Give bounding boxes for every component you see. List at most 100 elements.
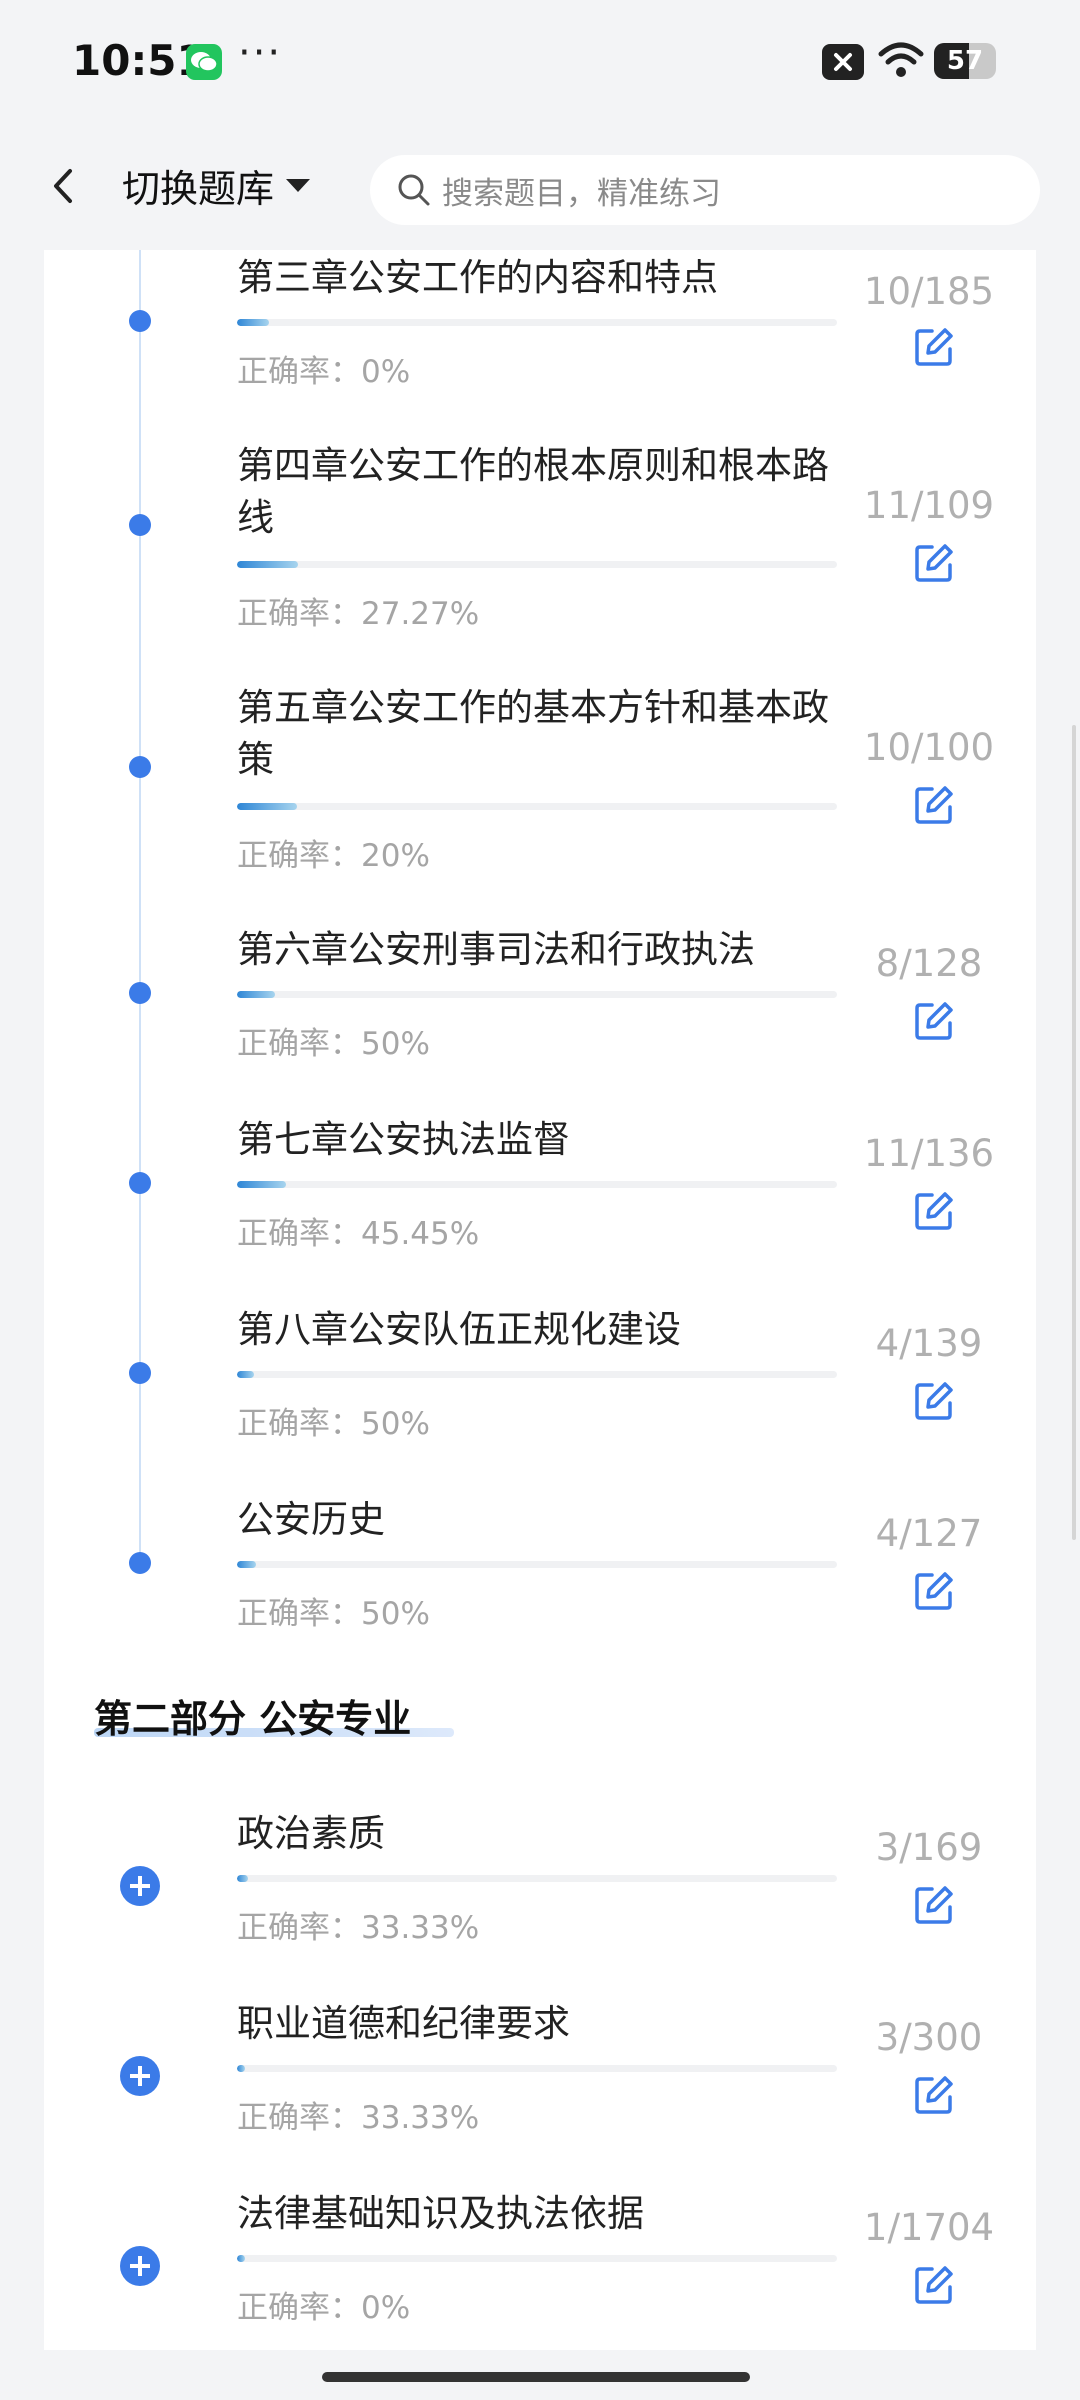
chapter-title: 第六章公安刑事司法和行政执法 [237, 928, 755, 971]
question-count: 10/100 [863, 726, 995, 769]
accuracy-text: 正确率：45.45% [237, 1216, 480, 1252]
timeline-dot [129, 982, 151, 1004]
edit-icon [915, 1192, 953, 1230]
edit-icon [915, 328, 953, 366]
progress-track [237, 1371, 837, 1378]
search-placeholder: 搜索题目，精准练习 [442, 175, 721, 212]
chapter-title: 第五章公安工作的基本方针和基本政策 [237, 686, 829, 781]
topic-title: 法律基础知识及执法依据 [237, 2192, 644, 2235]
timeline-dot [129, 310, 151, 332]
accuracy-text: 正确率：50% [237, 1026, 430, 1062]
wifi-icon [878, 40, 924, 84]
accuracy-text: 正确率：50% [237, 1596, 430, 1632]
accuracy-text: 正确率：0% [237, 2290, 411, 2326]
progress-track [237, 319, 837, 326]
wechat-icon [186, 44, 222, 80]
question-count: 3/300 [875, 2016, 983, 2059]
scrollbar[interactable] [1072, 725, 1076, 1540]
edit-icon [915, 1382, 953, 1420]
practice-edit-button[interactable] [912, 1379, 956, 1423]
edit-icon [915, 2266, 953, 2304]
chapter-list: 第三章公安工作的内容和特点 正确率：0% 10/185 第四章公安工作的根本原则… [44, 250, 1036, 2350]
practice-edit-button[interactable] [912, 999, 956, 1043]
battery-icon: 57 [934, 43, 996, 79]
practice-edit-button[interactable] [912, 2073, 956, 2117]
chapter-title: 公安历史 [237, 1498, 385, 1541]
edit-icon [915, 1002, 953, 1040]
edit-icon [915, 1572, 953, 1610]
question-count: 10/185 [863, 270, 995, 313]
chapter-title: 第四章公安工作的根本原则和根本路线 [237, 444, 829, 539]
search-icon [398, 174, 430, 206]
practice-edit-button[interactable] [912, 325, 956, 369]
question-count: 11/136 [863, 1132, 995, 1175]
practice-edit-button[interactable] [912, 2263, 956, 2307]
practice-edit-button[interactable] [912, 541, 956, 585]
timeline-dot [129, 514, 151, 536]
no-sim-icon [822, 44, 864, 80]
edit-icon [915, 544, 953, 582]
status-bar: 10:51 ··· 57 [0, 0, 1080, 125]
section-title: 第二部分 公安专业 [94, 1697, 412, 1741]
progress-track [237, 803, 837, 810]
practice-edit-button[interactable] [912, 1189, 956, 1233]
edit-icon [915, 1886, 953, 1924]
back-button[interactable] [40, 161, 90, 211]
question-count: 3/169 [875, 1826, 983, 1869]
timeline-dot [129, 1362, 151, 1384]
expand-plus-icon[interactable] [120, 1866, 160, 1906]
accuracy-text: 正确率：27.27% [237, 596, 480, 632]
question-count: 8/128 [875, 942, 983, 985]
accuracy-text: 正确率：20% [237, 838, 430, 874]
practice-edit-button[interactable] [912, 1569, 956, 1613]
topic-title: 政治素质 [237, 1812, 385, 1855]
home-indicator[interactable] [322, 2372, 750, 2382]
practice-edit-button[interactable] [912, 1883, 956, 1927]
progress-fill [237, 1181, 286, 1188]
expand-plus-icon[interactable] [120, 2246, 160, 2286]
progress-track [237, 2255, 837, 2262]
accuracy-text: 正确率：33.33% [237, 1910, 480, 1946]
question-count: 4/127 [875, 1512, 983, 1555]
accuracy-text: 正确率：0% [237, 354, 411, 390]
accuracy-text: 正确率：33.33% [237, 2100, 480, 2136]
chevron-left-icon [54, 169, 72, 203]
chapter-title: 第八章公安队伍正规化建设 [237, 1308, 681, 1351]
practice-edit-button[interactable] [912, 783, 956, 827]
progress-track [237, 991, 837, 998]
timeline-dot [129, 1172, 151, 1194]
chapter-title: 第三章公安工作的内容和特点 [237, 256, 718, 299]
app-header: 切换题库 搜索题目，精准练习 [0, 125, 1080, 250]
question-count: 11/109 [863, 484, 995, 527]
progress-fill [237, 1561, 256, 1568]
timeline-dot [129, 1552, 151, 1574]
progress-fill [237, 2065, 245, 2072]
progress-fill [237, 991, 275, 998]
progress-fill [237, 319, 269, 326]
edit-icon [915, 2076, 953, 2114]
edit-icon [915, 786, 953, 824]
progress-track [237, 561, 837, 568]
progress-track [237, 2065, 837, 2072]
accuracy-text: 正确率：50% [237, 1406, 430, 1442]
progress-fill [237, 1875, 248, 1882]
progress-fill [237, 803, 297, 810]
progress-track [237, 1561, 837, 1568]
progress-fill [237, 561, 298, 568]
timeline-dot [129, 756, 151, 778]
expand-plus-icon[interactable] [120, 2056, 160, 2096]
progress-fill [237, 2255, 245, 2262]
question-count: 4/139 [875, 1322, 983, 1365]
chapter-title: 第七章公安执法监督 [237, 1118, 570, 1161]
topic-title: 职业道德和纪律要求 [237, 2002, 570, 2045]
search-input[interactable]: 搜索题目，精准练习 [370, 155, 1040, 225]
question-count: 1/1704 [863, 2206, 995, 2249]
progress-track [237, 1181, 837, 1188]
battery-percent: 57 [946, 46, 984, 76]
progress-track [237, 1875, 837, 1882]
switch-bank-dropdown[interactable]: 切换题库 [122, 157, 311, 213]
more-notifications-icon: ··· [238, 30, 283, 76]
progress-fill [237, 1371, 254, 1378]
caret-down-icon [286, 178, 311, 192]
switch-bank-label: 切换题库 [122, 166, 275, 211]
